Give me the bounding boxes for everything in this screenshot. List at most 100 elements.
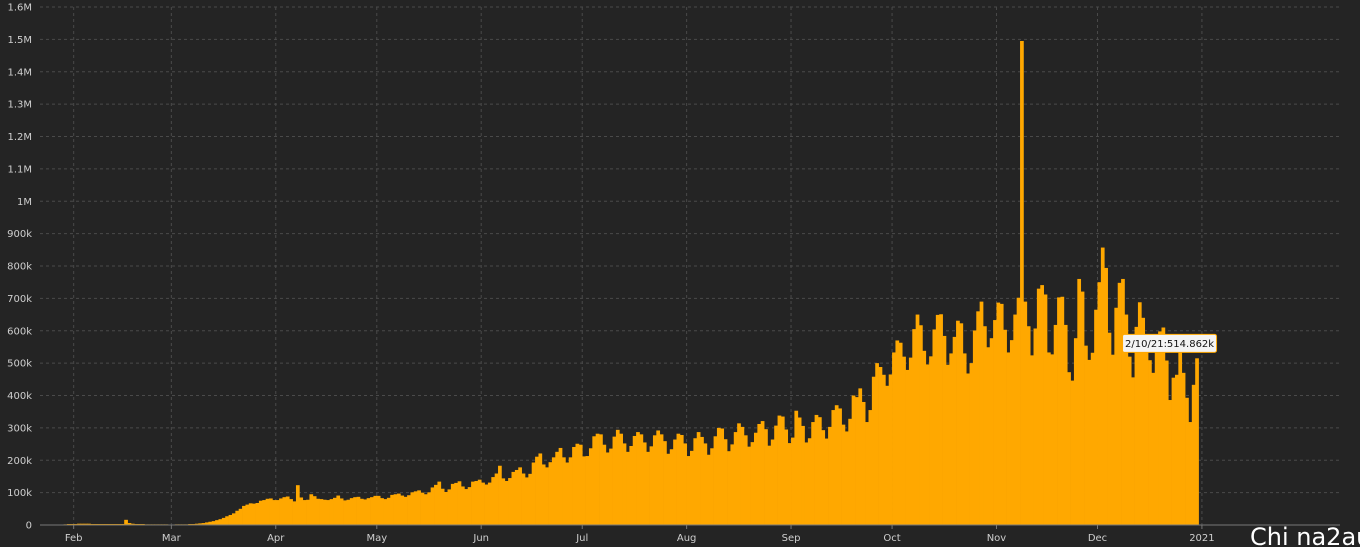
bar[interactable] — [649, 446, 654, 525]
bar[interactable] — [1077, 278, 1082, 525]
bar[interactable] — [440, 488, 445, 525]
bar[interactable] — [912, 329, 916, 525]
bar[interactable] — [730, 444, 735, 525]
bar[interactable] — [504, 480, 509, 525]
bar[interactable] — [777, 415, 782, 525]
bar[interactable] — [838, 408, 842, 525]
bar[interactable] — [1026, 326, 1031, 525]
bar[interactable] — [801, 425, 805, 525]
bar[interactable] — [599, 434, 603, 525]
bar[interactable] — [326, 500, 330, 525]
bar[interactable] — [1060, 296, 1065, 525]
bar[interactable] — [373, 495, 378, 525]
bar[interactable] — [669, 449, 674, 525]
bar[interactable] — [706, 454, 711, 525]
bar[interactable] — [885, 385, 890, 525]
bar[interactable] — [1043, 294, 1048, 525]
bar[interactable] — [679, 435, 684, 525]
bar[interactable] — [952, 336, 957, 525]
bar[interactable] — [993, 320, 997, 525]
bar[interactable] — [780, 416, 785, 525]
bar[interactable] — [733, 432, 738, 525]
bar[interactable] — [498, 465, 502, 525]
bar[interactable] — [450, 483, 455, 525]
bar[interactable] — [1090, 352, 1095, 525]
bar[interactable] — [582, 456, 586, 525]
bar[interactable] — [427, 492, 432, 525]
bar[interactable] — [609, 448, 613, 525]
bar[interactable] — [969, 363, 974, 526]
bar[interactable] — [693, 438, 698, 525]
bar[interactable] — [1164, 360, 1169, 525]
bar[interactable] — [794, 410, 799, 525]
bar[interactable] — [797, 417, 802, 525]
bar[interactable] — [615, 429, 620, 525]
bar[interactable] — [366, 498, 371, 525]
bar[interactable] — [929, 356, 933, 525]
bar[interactable] — [477, 479, 482, 525]
bar[interactable] — [1185, 397, 1189, 525]
bar[interactable] — [1006, 352, 1011, 525]
bar[interactable] — [740, 426, 745, 525]
bar[interactable] — [319, 499, 324, 525]
bar[interactable] — [396, 493, 401, 525]
bar[interactable] — [541, 464, 546, 525]
bar[interactable] — [1195, 358, 1199, 525]
bar[interactable] — [1097, 282, 1102, 525]
bar[interactable] — [262, 500, 266, 525]
bar[interactable] — [824, 438, 829, 525]
bar[interactable] — [420, 492, 425, 526]
bar[interactable] — [531, 462, 536, 525]
bar[interactable] — [514, 469, 519, 525]
bar[interactable] — [828, 426, 832, 525]
bar[interactable] — [626, 451, 630, 525]
bar[interactable] — [865, 422, 869, 525]
bar[interactable] — [1013, 314, 1018, 525]
bar[interactable] — [787, 443, 792, 525]
bar[interactable] — [393, 494, 398, 525]
bar[interactable] — [696, 432, 701, 525]
bar[interactable] — [494, 473, 499, 525]
bar[interactable] — [1104, 267, 1108, 525]
bar[interactable] — [1158, 331, 1162, 525]
bar[interactable] — [737, 423, 741, 525]
bar[interactable] — [632, 435, 637, 525]
bar[interactable] — [521, 473, 526, 525]
bar[interactable] — [474, 480, 479, 525]
bar[interactable] — [774, 425, 778, 525]
bar[interactable] — [444, 491, 448, 525]
bar[interactable] — [242, 505, 246, 525]
bar[interactable] — [370, 497, 374, 525]
bar[interactable] — [511, 471, 516, 525]
bar[interactable] — [871, 376, 876, 525]
bar[interactable] — [784, 429, 789, 525]
bar[interactable] — [1131, 377, 1135, 525]
bar[interactable] — [804, 442, 809, 525]
bar[interactable] — [299, 497, 304, 525]
bar[interactable] — [1020, 40, 1024, 526]
bar[interactable] — [895, 340, 900, 525]
bar[interactable] — [602, 444, 607, 525]
bar[interactable] — [646, 451, 650, 525]
bar[interactable] — [403, 496, 408, 525]
bar[interactable] — [363, 499, 368, 525]
bar[interactable] — [484, 484, 489, 525]
bar[interactable] — [272, 500, 277, 525]
bar[interactable] — [312, 496, 317, 525]
bar[interactable] — [289, 499, 293, 525]
bar[interactable] — [555, 451, 559, 525]
bar[interactable] — [464, 489, 469, 525]
bar[interactable] — [1174, 374, 1179, 525]
bar[interactable] — [211, 521, 216, 525]
bar[interactable] — [1127, 356, 1132, 525]
bar[interactable] — [760, 421, 765, 525]
bar[interactable] — [545, 467, 549, 525]
bar[interactable] — [753, 432, 758, 525]
bar[interactable] — [892, 352, 896, 525]
bar[interactable] — [558, 447, 563, 525]
bar[interactable] — [1003, 329, 1007, 525]
bar[interactable] — [878, 367, 883, 525]
bar[interactable] — [316, 498, 320, 525]
bar[interactable] — [265, 498, 270, 525]
bar[interactable] — [228, 514, 233, 525]
